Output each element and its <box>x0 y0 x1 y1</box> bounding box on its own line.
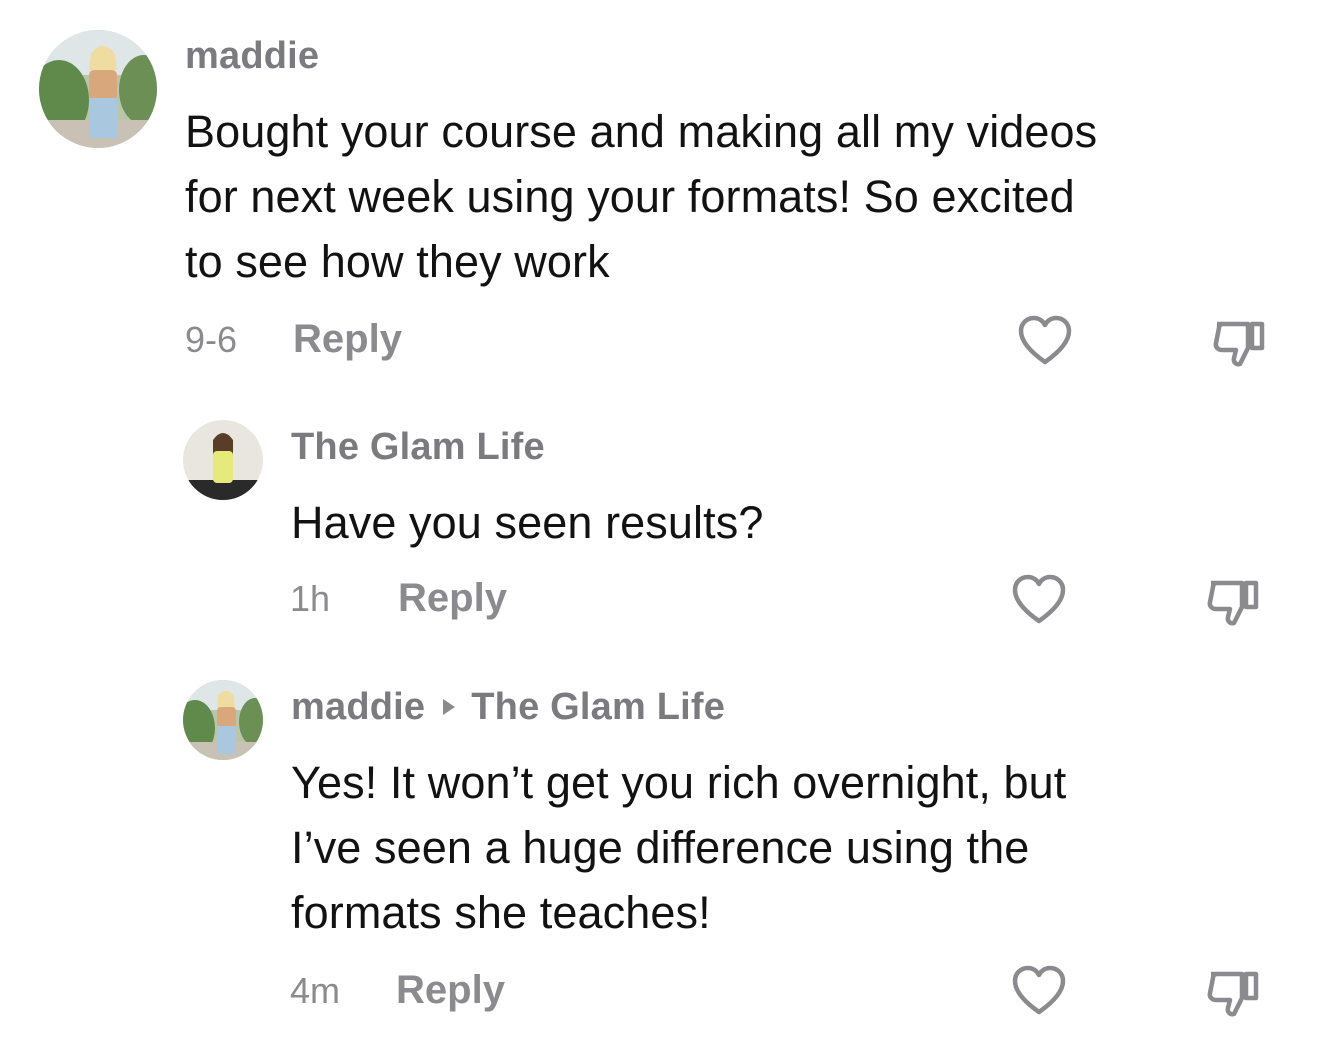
comment-text-line: Have you seen results? <box>291 497 764 548</box>
comment-text-line: Yes! It won’t get you rich overnight, bu… <box>291 757 1067 808</box>
avatar[interactable] <box>39 30 157 148</box>
avatar-image <box>183 420 263 500</box>
heart-icon[interactable] <box>1009 571 1069 631</box>
avatar[interactable] <box>183 680 263 760</box>
reply-to-username[interactable]: The Glam Life <box>471 686 725 728</box>
avatar-image <box>39 30 157 148</box>
thumbs-down-icon[interactable] <box>1204 571 1264 631</box>
comment-text: Bought your course and making all my vid… <box>185 99 1285 294</box>
comment-username-line: maddie The Glam Life <box>291 686 725 729</box>
comment-text: Yes! It won’t get you rich overnight, bu… <box>291 750 1291 945</box>
reply-button[interactable]: Reply <box>293 317 402 362</box>
reply-button[interactable]: Reply <box>396 968 505 1013</box>
comment-time: 1h <box>290 577 331 619</box>
reply-button[interactable]: Reply <box>398 576 507 621</box>
comment-time: 9-6 <box>185 318 238 360</box>
heart-icon[interactable] <box>1015 312 1075 372</box>
comment-text-line: Bought your course and making all my vid… <box>185 106 1098 157</box>
reply-arrow-icon <box>443 698 456 715</box>
thumbs-down-icon[interactable] <box>1204 962 1264 1022</box>
avatar[interactable] <box>183 420 263 500</box>
comment-text-line: I’ve seen a huge difference using the <box>291 822 1030 873</box>
thumbs-down-icon[interactable] <box>1210 312 1270 372</box>
comment-username[interactable]: maddie <box>291 686 425 728</box>
heart-icon[interactable] <box>1009 962 1069 1022</box>
comment-text-line: formats she teaches! <box>291 887 711 938</box>
comment-username[interactable]: maddie <box>185 35 319 78</box>
comment-meta: 1h Reply <box>290 576 507 621</box>
comment-meta: 9-6 Reply <box>185 317 402 362</box>
comment-text-line: to see how they work <box>185 236 610 287</box>
comment-text-line: for next week using your formats! So exc… <box>185 171 1075 222</box>
comment-text: Have you seen results? <box>291 490 1281 555</box>
avatar-image <box>183 680 263 760</box>
comment-time: 4m <box>290 969 341 1011</box>
comment-username[interactable]: The Glam Life <box>291 426 545 469</box>
comment-meta: 4m Reply <box>290 968 505 1013</box>
